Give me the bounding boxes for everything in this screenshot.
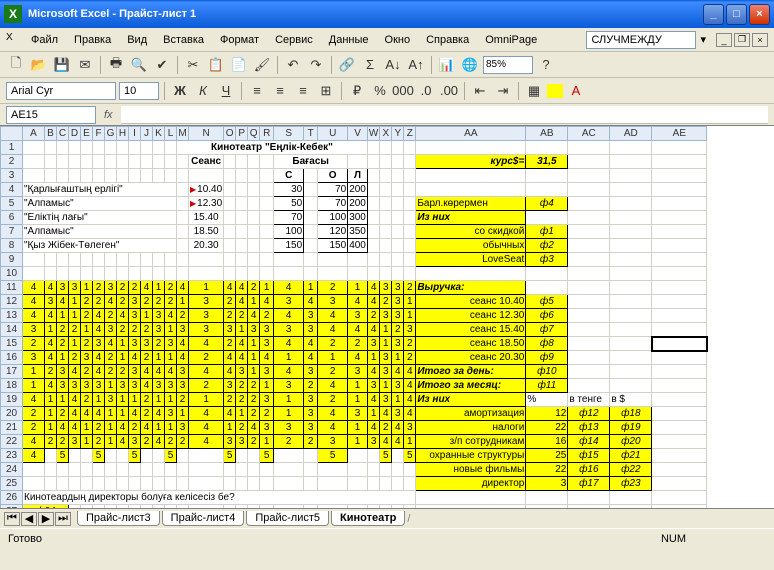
status-text: Готово xyxy=(8,533,42,545)
menu-window[interactable]: Окно xyxy=(378,32,418,48)
brush-icon[interactable]: 🖌 xyxy=(252,55,272,75)
bold-icon[interactable]: Ж xyxy=(170,81,190,101)
font-color-icon[interactable]: A xyxy=(566,81,586,101)
name-box[interactable] xyxy=(586,31,696,49)
tab-last-icon[interactable]: ⏭ xyxy=(55,512,71,526)
percent-icon[interactable]: % xyxy=(370,81,390,101)
inc-dec-icon[interactable]: .0 xyxy=(416,81,436,101)
zoom-combo[interactable] xyxy=(483,56,533,74)
sort-asc-icon[interactable]: A↓ xyxy=(383,55,403,75)
tab-3[interactable]: Прайс-лист5 xyxy=(246,511,329,526)
open-icon[interactable]: 📂 xyxy=(29,55,49,75)
menu-service[interactable]: Сервис xyxy=(268,32,320,48)
borders-icon[interactable]: ▦ xyxy=(524,81,544,101)
indent-icon[interactable]: ⇤ xyxy=(470,81,490,101)
titlebar: X Microsoft Excel - Прайст-лист 1 _ □ × xyxy=(0,0,774,28)
fill-icon[interactable] xyxy=(547,84,563,98)
link-icon[interactable]: 🔗 xyxy=(337,55,357,75)
status-bar: Готово NUM xyxy=(0,528,774,548)
align-right-icon[interactable]: ≡ xyxy=(293,81,313,101)
undo-icon[interactable]: ↶ xyxy=(283,55,303,75)
size-combo[interactable]: 10 xyxy=(119,82,159,100)
excel-icon: X xyxy=(4,5,22,23)
print-icon[interactable]: 🖶 xyxy=(106,55,126,75)
help-icon[interactable]: ? xyxy=(536,55,556,75)
maximize-button[interactable]: □ xyxy=(726,4,747,25)
sheet-tabs: ⏮ ◀ ▶ ⏭ Прайс-лист3 Прайс-лист4 Прайс-ли… xyxy=(0,508,774,528)
minimize-button[interactable]: _ xyxy=(703,4,724,25)
window-title: Microsoft Excel - Прайст-лист 1 xyxy=(28,8,703,20)
tab-first-icon[interactable]: ⏮ xyxy=(4,512,20,526)
tab-next-icon[interactable]: ▶ xyxy=(38,512,54,526)
dropdown-icon[interactable]: ▾ xyxy=(700,33,706,46)
fx-icon[interactable]: fx xyxy=(104,109,113,121)
menu-file[interactable]: Файл xyxy=(24,32,65,48)
tab-2[interactable]: Прайс-лист4 xyxy=(162,511,245,526)
preview-icon[interactable]: 🔍 xyxy=(129,55,149,75)
sum-icon[interactable]: Σ xyxy=(360,55,380,75)
tab-prev-icon[interactable]: ◀ xyxy=(21,512,37,526)
menu-view[interactable]: Вид xyxy=(120,32,154,48)
formula-input[interactable] xyxy=(121,106,768,124)
mdi-close[interactable]: × xyxy=(752,33,768,47)
menu-format[interactable]: Формат xyxy=(213,32,266,48)
window-buttons: _ □ × xyxy=(703,4,770,25)
outdent-icon[interactable]: ⇥ xyxy=(493,81,513,101)
tab-4[interactable]: Кинотеатр xyxy=(331,511,405,526)
tab-1[interactable]: Прайс-лист3 xyxy=(77,511,160,526)
menu-data[interactable]: Данные xyxy=(322,32,376,48)
chart-icon[interactable]: 📊 xyxy=(437,55,457,75)
redo-icon[interactable]: ↷ xyxy=(306,55,326,75)
formatting-toolbar: Arial Cyr 10 Ж К Ч ≡ ≡ ≡ ⊞ ₽ % 000 .0 .0… xyxy=(0,78,774,104)
menu-edit[interactable]: Правка xyxy=(67,32,118,48)
sort-desc-icon[interactable]: A↑ xyxy=(406,55,426,75)
align-left-icon[interactable]: ≡ xyxy=(247,81,267,101)
mdi-minimize[interactable]: _ xyxy=(716,33,732,47)
align-center-icon[interactable]: ≡ xyxy=(270,81,290,101)
font-combo[interactable]: Arial Cyr xyxy=(6,82,116,100)
standard-toolbar: 🗋 📂 💾 ✉ 🖶 🔍 ✔ ✂ 📋 📄 🖌 ↶ ↷ 🔗 Σ A↓ A↑ 📊 🌐 … xyxy=(0,52,774,78)
spreadsheet[interactable]: ABCDEFGHIJKLMNOPQRSTUVWXYZAAABACADAE1Кин… xyxy=(0,126,774,508)
dec-dec-icon[interactable]: .00 xyxy=(439,81,459,101)
copy-icon[interactable]: 📋 xyxy=(206,55,226,75)
paste-icon[interactable]: 📄 xyxy=(229,55,249,75)
formula-bar: fx xyxy=(0,104,774,126)
close-button[interactable]: × xyxy=(749,4,770,25)
menu-insert[interactable]: Вставка xyxy=(156,32,211,48)
cut-icon[interactable]: ✂ xyxy=(183,55,203,75)
underline-icon[interactable]: Ч xyxy=(216,81,236,101)
new-icon[interactable]: 🗋 xyxy=(6,55,26,75)
save-icon[interactable]: 💾 xyxy=(52,55,72,75)
mdi-restore[interactable]: ❐ xyxy=(734,33,750,47)
italic-icon[interactable]: К xyxy=(193,81,213,101)
num-indicator: NUM xyxy=(661,533,686,545)
merge-icon[interactable]: ⊞ xyxy=(316,81,336,101)
currency-icon[interactable]: ₽ xyxy=(347,81,367,101)
cell-reference[interactable] xyxy=(6,106,96,124)
menubar: X Файл Правка Вид Вставка Формат Сервис … xyxy=(0,28,774,52)
menu-help[interactable]: Справка xyxy=(419,32,476,48)
app-icon: X xyxy=(6,32,22,48)
draw-icon[interactable]: 🌐 xyxy=(460,55,480,75)
menu-omnipage[interactable]: OmniPage xyxy=(478,32,544,48)
mail-icon[interactable]: ✉ xyxy=(75,55,95,75)
spell-icon[interactable]: ✔ xyxy=(152,55,172,75)
comma-icon[interactable]: 000 xyxy=(393,81,413,101)
